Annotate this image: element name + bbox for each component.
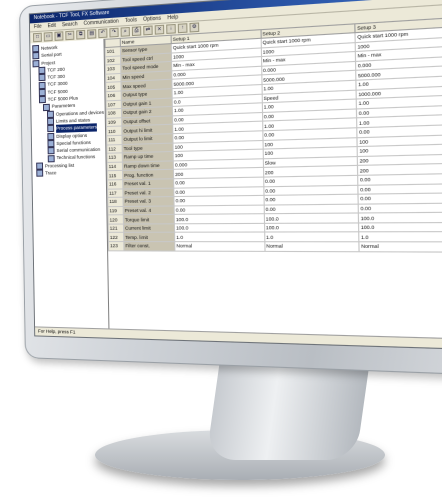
parameter-value[interactable]: 100.0 — [264, 222, 360, 233]
new-icon[interactable]: □ — [33, 32, 42, 43]
parameter-name: Torque limit — [123, 214, 175, 224]
parameter-value[interactable]: Normal — [359, 241, 442, 252]
parameter-name: Filter const. — [123, 241, 175, 251]
row-number: 114 — [107, 161, 123, 172]
parameter-name: Temp. limit — [123, 232, 175, 242]
tree-item-label: Technical functions — [56, 154, 96, 161]
folder-icon — [46, 110, 54, 118]
menu-item-file[interactable]: File — [34, 23, 42, 32]
paste-icon[interactable]: ▤ — [87, 29, 97, 39]
parameter-value[interactable]: 1.0 — [359, 232, 442, 242]
row-number: 113 — [106, 152, 123, 163]
print-icon[interactable]: ⎙ — [131, 26, 142, 37]
upload-icon[interactable]: ↑ — [177, 23, 188, 34]
parameter-value[interactable]: 100.0 — [358, 222, 442, 233]
row-number: 119 — [107, 206, 124, 216]
tree-item[interactable]: Trace — [32, 168, 105, 177]
parameter-value[interactable]: 100.0 — [358, 212, 442, 223]
row-number: 121 — [108, 223, 124, 233]
menu-item-help[interactable]: Help — [167, 13, 178, 22]
folder-icon — [38, 66, 46, 75]
monitor-bezel: Notebook - TCF Tool, FX Software File Edi… — [19, 0, 442, 376]
disconnect-icon[interactable]: ⨯ — [154, 24, 165, 35]
folder-icon — [32, 45, 40, 53]
folder-icon — [47, 154, 55, 162]
tree-item-label: Processing list — [44, 162, 75, 169]
folder-icon — [47, 125, 55, 133]
parameter-value[interactable]: 100.0 — [174, 223, 265, 233]
parameter-value[interactable]: 1.0 — [264, 232, 360, 242]
menu-item-tools[interactable]: Tools — [125, 16, 137, 25]
folder-icon — [47, 139, 55, 148]
folder-icon — [32, 59, 40, 68]
undo-icon[interactable]: ↶ — [98, 28, 108, 39]
parameter-grid: Name Setup 1 Setup 2 Setup 3 101 Sensor type… — [104, 17, 442, 340]
folder-icon — [32, 52, 40, 60]
parameter-name: Current limit — [123, 223, 175, 233]
parameter-value[interactable]: 100.0 — [174, 213, 265, 224]
table-row[interactable]: 122 Temp. limit 1.0 1.0 1.0 — [108, 232, 442, 242]
row-number: 117 — [107, 188, 123, 198]
row-number: 112 — [106, 144, 123, 154]
apple-logo-icon — [233, 349, 243, 360]
open-icon[interactable]: ▭ — [43, 31, 53, 42]
table-row[interactable]: 123 Filter const. Normal Normal Normal — [108, 241, 442, 252]
find-icon[interactable]: ⌕ — [120, 26, 130, 37]
menu-item-options[interactable]: Options — [143, 14, 161, 24]
cut-icon[interactable]: ✂ — [65, 30, 75, 41]
row-number: 120 — [107, 215, 124, 224]
folder-icon — [47, 117, 55, 126]
row-number: 116 — [107, 179, 123, 189]
row-number: 115 — [107, 170, 123, 180]
parameter-value[interactable]: 1.0 — [174, 232, 265, 242]
row-number: 123 — [108, 241, 124, 251]
parameter-value[interactable]: Normal — [174, 241, 265, 252]
table-row[interactable]: 121 Current limit 100.0 100.0 100.0 — [108, 222, 442, 233]
folder-icon — [47, 147, 55, 155]
folder-icon — [42, 103, 50, 111]
parameter-value[interactable]: 100.0 — [263, 213, 359, 224]
save-icon[interactable]: ▣ — [54, 31, 64, 41]
redo-icon[interactable]: ↷ — [109, 27, 119, 38]
folder-icon — [36, 169, 44, 177]
folder-icon — [38, 88, 46, 97]
app-window: Notebook - TCF Tool, FX Software File Edi… — [28, 0, 442, 350]
folder-icon — [38, 74, 46, 82]
folder-icon — [38, 96, 46, 104]
menu-item-edit[interactable]: Edit — [47, 22, 57, 31]
folder-icon — [47, 132, 55, 140]
connect-icon[interactable]: ⇄ — [143, 25, 153, 36]
download-icon[interactable]: ↓ — [166, 23, 176, 34]
copy-icon[interactable]: ⧉ — [76, 29, 86, 40]
parameter-value[interactable]: Normal — [264, 241, 360, 252]
project-tree[interactable]: Network Serial port Project TCF 200 TCF 300 T… — [30, 38, 110, 330]
folder-icon — [38, 81, 46, 89]
row-number: 122 — [108, 232, 124, 242]
row-number: 118 — [107, 197, 124, 207]
menu-item-search[interactable]: Search — [62, 20, 78, 29]
parameter-value[interactable]: 0.00 — [358, 202, 442, 214]
tree-item-label: Trace — [45, 170, 57, 176]
parameter-name: Preset val. 4 — [123, 205, 175, 216]
folder-icon — [36, 162, 44, 170]
settings-icon[interactable]: ⚙ — [189, 22, 200, 33]
